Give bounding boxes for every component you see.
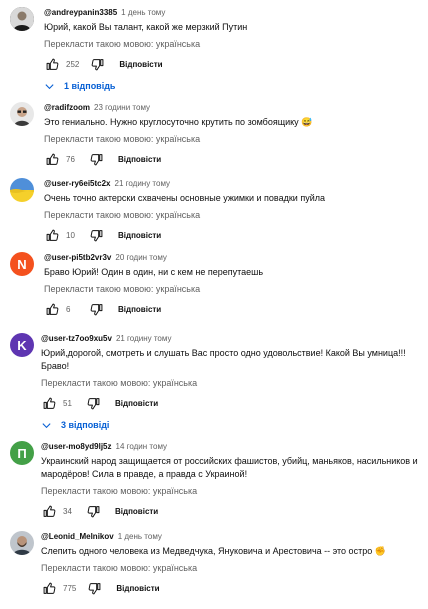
comment-text: Украинский народ защищается от российски… bbox=[41, 456, 418, 479]
comment-time[interactable]: 1 день тому bbox=[121, 8, 165, 17]
like-button[interactable] bbox=[41, 395, 57, 411]
reply-button[interactable]: Відповісти bbox=[118, 305, 161, 314]
reply-button[interactable]: Відповісти bbox=[118, 155, 161, 164]
man-in-glasses-photo-icon bbox=[10, 102, 34, 126]
thumbs-up-icon bbox=[46, 153, 58, 165]
like-count: 6 bbox=[66, 304, 71, 314]
thumbs-up-icon bbox=[46, 229, 58, 241]
like-button[interactable] bbox=[44, 56, 60, 72]
view-replies-button[interactable]: 3 відповіді bbox=[41, 417, 420, 433]
chevron-down-icon bbox=[45, 83, 54, 89]
comment-time[interactable]: 21 годину тому bbox=[115, 179, 171, 188]
reply-button[interactable]: Відповісти bbox=[118, 231, 161, 240]
comment-time[interactable]: 1 день тому bbox=[118, 532, 162, 541]
like-count: 34 bbox=[63, 506, 72, 516]
comment-author[interactable]: @user-pi5tb2vr3v bbox=[44, 253, 111, 262]
translate-link[interactable]: Перекласти такою мовою: українська bbox=[41, 377, 420, 389]
avatar-letter: N bbox=[17, 256, 27, 272]
like-count: 51 bbox=[63, 398, 72, 408]
man-in-dark-shirt-photo-icon bbox=[10, 7, 34, 31]
thumbs-down-icon bbox=[87, 505, 99, 517]
translate-link[interactable]: Перекласти такою мовою: українська bbox=[44, 209, 420, 221]
like-count: 775 bbox=[63, 583, 77, 593]
avatar[interactable] bbox=[10, 531, 34, 555]
dislike-button[interactable] bbox=[88, 227, 104, 243]
avatar-letter: П bbox=[17, 445, 27, 461]
thumbs-down-icon bbox=[90, 303, 102, 315]
comment-text: Юрий, какой Вы талант, какой же мерзкий … bbox=[44, 22, 248, 32]
ukrainian-flag-photo-icon bbox=[10, 178, 34, 202]
dislike-button[interactable] bbox=[89, 56, 105, 72]
thumbs-down-icon bbox=[87, 397, 99, 409]
comment-text: Браво Юрий! Один в один, ни с кем не пер… bbox=[44, 267, 264, 277]
comment-time[interactable]: 21 годину тому bbox=[116, 334, 172, 343]
like-button[interactable] bbox=[44, 301, 60, 317]
comment-author[interactable]: @radifzoom bbox=[44, 103, 90, 112]
reply-button[interactable]: Відповісти bbox=[115, 507, 158, 516]
thumbs-down-icon bbox=[90, 229, 102, 241]
dislike-button[interactable] bbox=[85, 395, 101, 411]
comment-time[interactable]: 14 годин тому bbox=[116, 442, 168, 451]
comment-text: Очень точно актерски схвачены основные у… bbox=[44, 193, 325, 203]
avatar[interactable] bbox=[10, 178, 34, 202]
comment-author[interactable]: @user-tz7oo9xu5v bbox=[41, 334, 112, 343]
man-with-beard-photo-icon bbox=[10, 531, 34, 555]
comment-time[interactable]: 23 години тому bbox=[94, 103, 150, 112]
thumbs-up-icon bbox=[46, 303, 58, 315]
comment-text: Слепить одного человека из Медведчука, Я… bbox=[41, 546, 386, 556]
translate-link[interactable]: Перекласти такою мовою: українська bbox=[41, 485, 420, 497]
thumbs-down-icon bbox=[88, 582, 101, 594]
comment-author[interactable]: @andreypanin3385 bbox=[44, 8, 117, 17]
comment-author[interactable]: @Leonid_Melnikov bbox=[41, 532, 114, 541]
translate-link[interactable]: Перекласти такою мовою: українська bbox=[44, 283, 420, 295]
replies-count: 3 відповіді bbox=[61, 420, 110, 430]
reply-button[interactable]: Відповісти bbox=[116, 584, 159, 593]
like-count: 76 bbox=[66, 154, 75, 164]
dislike-button[interactable] bbox=[88, 301, 104, 317]
like-count: 10 bbox=[66, 230, 75, 240]
avatar[interactable]: K bbox=[10, 333, 34, 357]
translate-link[interactable]: Перекласти такою мовою: українська bbox=[44, 38, 420, 50]
comment-text: Это гениально. Нужно круглосуточно крути… bbox=[44, 117, 313, 127]
translate-link[interactable]: Перекласти такою мовою: українська bbox=[44, 133, 420, 145]
comment-text: Юрий,дорогой, смотреть и слушать Вас про… bbox=[41, 348, 406, 371]
avatar[interactable]: N bbox=[10, 252, 34, 276]
reply-button[interactable]: Відповісти bbox=[119, 60, 162, 69]
avatar[interactable] bbox=[10, 7, 34, 31]
chevron-down-icon bbox=[42, 422, 51, 428]
avatar[interactable]: П bbox=[10, 441, 34, 465]
thumbs-down-icon bbox=[90, 153, 102, 165]
dislike-button[interactable] bbox=[85, 503, 101, 519]
like-button[interactable] bbox=[44, 227, 60, 243]
thumbs-up-icon bbox=[46, 58, 58, 70]
like-button[interactable] bbox=[41, 580, 57, 596]
thumbs-up-icon bbox=[43, 397, 55, 409]
comment-author[interactable]: @user-ry6ei5tc2x bbox=[44, 179, 111, 188]
thumbs-up-icon bbox=[43, 582, 55, 594]
comment-time[interactable]: 20 годин тому bbox=[115, 253, 167, 262]
thumbs-up-icon bbox=[43, 505, 55, 517]
translate-link[interactable]: Перекласти такою мовою: українська bbox=[41, 562, 420, 574]
reply-button[interactable]: Відповісти bbox=[115, 399, 158, 408]
like-button[interactable] bbox=[41, 503, 57, 519]
avatar[interactable] bbox=[10, 102, 34, 126]
thumbs-down-icon bbox=[91, 58, 104, 70]
comment-author[interactable]: @user-mo8yd9lj5z bbox=[41, 442, 112, 451]
like-button[interactable] bbox=[44, 151, 60, 167]
dislike-button[interactable] bbox=[88, 151, 104, 167]
avatar-letter: K bbox=[17, 337, 27, 353]
view-replies-button[interactable]: 1 відповідь bbox=[44, 78, 420, 94]
replies-count: 1 відповідь bbox=[64, 81, 116, 91]
dislike-button[interactable] bbox=[86, 580, 102, 596]
like-count: 252 bbox=[66, 59, 80, 69]
